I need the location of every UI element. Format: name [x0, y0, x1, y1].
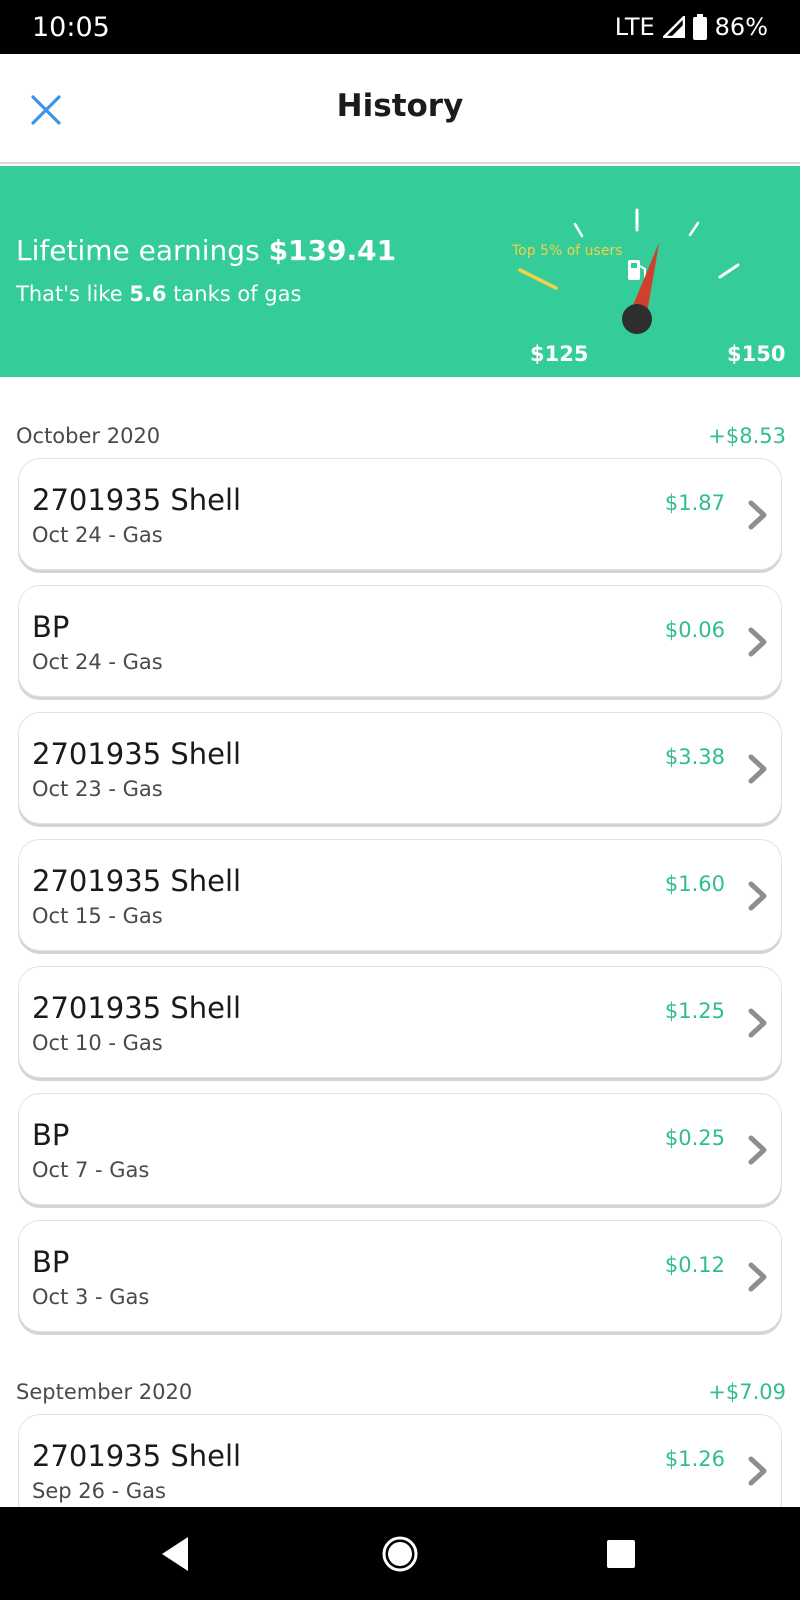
- app-bar: History: [0, 54, 800, 164]
- transaction-detail: Oct 24 - Gas: [32, 650, 163, 674]
- recents-square-icon: [607, 1540, 635, 1568]
- chevron-right-icon: [748, 1262, 767, 1292]
- chevron-right-icon: [748, 754, 767, 784]
- section-title: September 2020: [16, 1380, 193, 1404]
- chevron-right-icon: [748, 1008, 767, 1038]
- chevron-right-icon: [748, 500, 767, 530]
- transaction-detail: Sep 26 - Gas: [32, 1479, 166, 1503]
- merchant-name: 2701935 Shell: [32, 1439, 242, 1473]
- merchant-name: BP: [32, 1118, 70, 1152]
- merchant-name: BP: [32, 610, 70, 644]
- gauge-tick: [573, 222, 584, 238]
- chevron-right-icon: [748, 881, 767, 911]
- merchant-name: 2701935 Shell: [32, 737, 242, 771]
- gauge-hub: [622, 304, 652, 334]
- battery-icon: [692, 14, 707, 40]
- transaction-detail: Oct 10 - Gas: [32, 1031, 163, 1055]
- transaction-detail: Oct 24 - Gas: [32, 523, 163, 547]
- chevron-right-icon: [748, 627, 767, 657]
- transaction-detail: Oct 23 - Gas: [32, 777, 163, 801]
- transaction-card[interactable]: BP Oct 3 - Gas $0.12: [18, 1220, 782, 1332]
- lifetime-earnings: Lifetime earnings $139.41: [16, 234, 396, 267]
- section-header: October 2020 +$8.53: [16, 421, 786, 451]
- gauge-high-label: $150: [727, 342, 786, 366]
- tanks-of-gas: That's like 5.6 tanks of gas: [16, 282, 301, 306]
- merchant-name: 2701935 Shell: [32, 864, 242, 898]
- fuel-pump-icon: [628, 260, 646, 280]
- tanks-suffix: tanks of gas: [166, 282, 302, 306]
- transaction-detail: Oct 15 - Gas: [32, 904, 163, 928]
- transaction-amount: $0.25: [664, 1126, 725, 1150]
- section-title: October 2020: [16, 424, 161, 448]
- gauge-tick: [718, 263, 740, 279]
- section-total: +$8.53: [708, 424, 786, 448]
- battery-level: 86%: [714, 13, 768, 41]
- home-button[interactable]: [377, 1531, 423, 1577]
- network-type: LTE: [614, 13, 655, 41]
- transaction-detail: Oct 3 - Gas: [32, 1285, 150, 1309]
- status-bar: 10:05 LTE 86%: [0, 0, 800, 54]
- gauge-tick: [518, 268, 558, 290]
- transaction-amount: $1.26: [664, 1447, 725, 1471]
- transaction-amount: $1.87: [664, 491, 725, 515]
- page-title: History: [336, 88, 464, 124]
- merchant-name: 2701935 Shell: [32, 483, 242, 517]
- transaction-amount: $1.60: [664, 872, 725, 896]
- gauge-low-label: $125: [530, 342, 589, 366]
- status-time: 10:05: [32, 11, 110, 43]
- transaction-amount: $1.25: [664, 999, 725, 1023]
- lifetime-value: $139.41: [268, 234, 397, 267]
- chevron-right-icon: [748, 1135, 767, 1165]
- tanks-prefix: That's like: [16, 282, 130, 306]
- transaction-amount: $0.12: [664, 1253, 725, 1277]
- transaction-card[interactable]: 2701935 Shell Sep 26 - Gas $1.26: [18, 1414, 782, 1507]
- tanks-value: 5.6: [129, 282, 167, 306]
- back-triangle-icon: [162, 1537, 188, 1571]
- lifetime-label: Lifetime earnings: [16, 234, 269, 267]
- gauge-top-label: Top 5% of users: [512, 243, 623, 259]
- merchant-name: 2701935 Shell: [32, 991, 242, 1025]
- gauge-tick: [688, 221, 700, 237]
- history-list[interactable]: October 2020 +$8.53 2701935 Shell Oct 24 - …: [0, 377, 800, 1507]
- earnings-banner: Lifetime earnings $139.41 That's like 5.…: [0, 166, 800, 377]
- transaction-card[interactable]: BP Oct 7 - Gas $0.25: [18, 1093, 782, 1205]
- transaction-card[interactable]: 2701935 Shell Oct 24 - Gas $1.87: [18, 458, 782, 570]
- earnings-gauge: Top 5% of users $125 $150: [500, 202, 800, 377]
- transaction-card[interactable]: 2701935 Shell Oct 15 - Gas $1.60: [18, 839, 782, 951]
- transaction-detail: Oct 7 - Gas: [32, 1158, 150, 1182]
- merchant-name: BP: [32, 1245, 70, 1279]
- home-circle-icon: [382, 1536, 418, 1572]
- signal-icon: [662, 16, 685, 38]
- transaction-card[interactable]: 2701935 Shell Oct 23 - Gas $3.38: [18, 712, 782, 824]
- back-button[interactable]: [154, 1531, 200, 1577]
- system-nav-bar: [0, 1507, 800, 1600]
- status-indicators: LTE 86%: [615, 13, 768, 41]
- section-header: September 2020 +$7.09: [16, 1377, 786, 1407]
- transaction-amount: $3.38: [664, 745, 725, 769]
- transaction-amount: $0.06: [664, 618, 725, 642]
- transaction-card[interactable]: BP Oct 24 - Gas $0.06: [18, 585, 782, 697]
- chevron-right-icon: [748, 1456, 767, 1486]
- recents-button[interactable]: [598, 1531, 644, 1577]
- transaction-card[interactable]: 2701935 Shell Oct 10 - Gas $1.25: [18, 966, 782, 1078]
- section-total: +$7.09: [708, 1380, 786, 1404]
